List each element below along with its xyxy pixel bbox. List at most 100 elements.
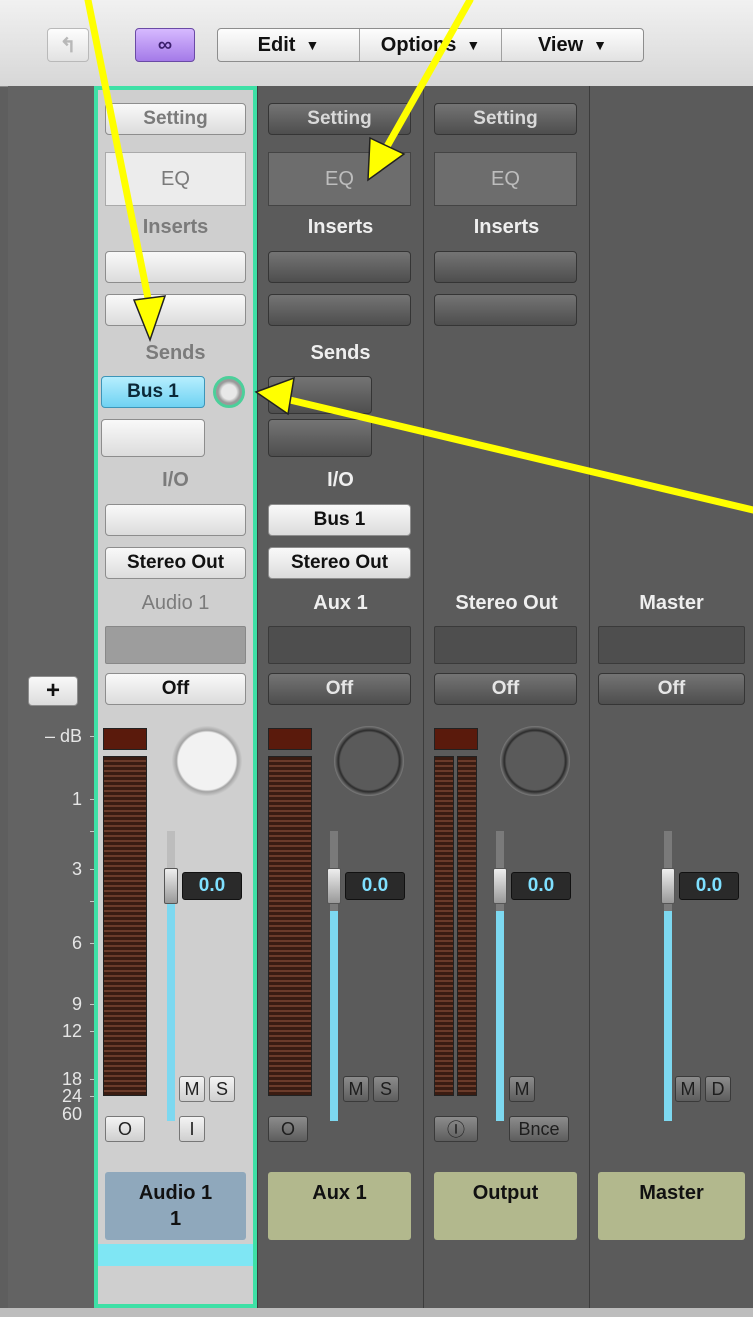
volume-readout: 0.0: [511, 872, 571, 900]
eq-display[interactable]: EQ: [434, 152, 577, 206]
insert-slot[interactable]: [268, 251, 411, 283]
track-name-box[interactable]: Audio 1 1: [105, 1172, 246, 1240]
link-button[interactable]: ∞: [135, 28, 195, 62]
group-slot[interactable]: [105, 626, 246, 664]
sends-label: Sends: [310, 342, 371, 364]
insert-slot[interactable]: [434, 294, 577, 326]
level-ruler: + – dB 1 3 6 9 12 18 24 60: [8, 86, 100, 1308]
menu-options[interactable]: Options ▼: [360, 29, 502, 61]
io-label: I/O: [327, 469, 354, 491]
channel-name: Stereo Out: [455, 592, 558, 614]
insert-slot[interactable]: [434, 251, 577, 283]
bounce-button[interactable]: Bnce: [509, 1116, 569, 1142]
dim-button[interactable]: D: [705, 1076, 731, 1102]
level-meter: [268, 756, 312, 1096]
track-number: 1: [169, 1208, 182, 1230]
insert-slot[interactable]: [105, 251, 246, 283]
channel-strip-aux-1[interactable]: Setting EQ Inserts Sends I/O Bus 1 Stere…: [258, 86, 424, 1308]
volume-fader-handle[interactable]: [493, 868, 507, 904]
channel-name: Aux 1: [313, 592, 368, 614]
eq-display[interactable]: EQ: [105, 152, 246, 206]
group-slot[interactable]: [268, 626, 411, 664]
insert-slot[interactable]: [268, 294, 411, 326]
automation-mode[interactable]: Off: [105, 673, 246, 705]
pan-knob[interactable]: [172, 726, 242, 796]
group-slot[interactable]: [434, 626, 577, 664]
channel-color-bar: [94, 1244, 257, 1266]
volume-fader-handle[interactable]: [164, 868, 178, 904]
send-slot-bus-1[interactable]: Bus 1: [101, 376, 205, 408]
insert-slot[interactable]: [105, 294, 246, 326]
automation-mode[interactable]: Off: [434, 673, 577, 705]
back-arrow-icon: ↰: [59, 34, 77, 57]
track-name: Output: [472, 1182, 539, 1204]
eq-display[interactable]: EQ: [268, 152, 411, 206]
link-icon: ∞: [157, 33, 173, 56]
track-name-box[interactable]: Master: [598, 1172, 745, 1240]
setting-button[interactable]: Setting: [268, 103, 411, 135]
clip-indicator: [434, 728, 478, 750]
inserts-label: Inserts: [142, 216, 209, 238]
bottom-scrollbar[interactable]: [0, 1308, 753, 1317]
send-level-knob[interactable]: [213, 376, 245, 408]
inserts-label: Inserts: [307, 216, 374, 238]
level-meter-left: [434, 756, 454, 1096]
back-button[interactable]: ↰: [47, 28, 89, 62]
mute-button[interactable]: M: [509, 1076, 535, 1102]
input-slot[interactable]: Bus 1: [268, 504, 411, 536]
volume-fader-handle[interactable]: [661, 868, 675, 904]
send-slot[interactable]: [101, 419, 205, 457]
input-monitor-button[interactable]: I: [179, 1116, 205, 1142]
level-meter: [103, 756, 147, 1096]
io-label: I/O: [162, 469, 189, 491]
volume-readout: 0.0: [182, 872, 242, 900]
track-name-box[interactable]: Aux 1: [268, 1172, 411, 1240]
track-name: Master: [639, 1182, 704, 1204]
ruler-label: 1: [71, 789, 82, 809]
add-channel-button[interactable]: +: [28, 676, 78, 706]
stereo-link-button[interactable]: Ⓘ: [434, 1116, 478, 1142]
caret-down-icon: ▼: [466, 37, 481, 53]
record-button[interactable]: O: [268, 1116, 308, 1142]
mute-button[interactable]: M: [179, 1076, 205, 1102]
ruler-label: 60: [61, 1104, 82, 1124]
caret-down-icon: ▼: [593, 37, 608, 53]
clip-indicator: [268, 728, 312, 750]
ruler-label: 3: [71, 859, 82, 879]
solo-button[interactable]: S: [373, 1076, 399, 1102]
send-slot[interactable]: [268, 376, 372, 414]
channel-strip-master[interactable]: Master Off 0.0 M D Master: [590, 86, 753, 1308]
setting-button[interactable]: Setting: [105, 103, 246, 135]
group-slot[interactable]: [598, 626, 745, 664]
track-name: Aux 1: [312, 1182, 367, 1204]
output-slot[interactable]: Stereo Out: [105, 547, 246, 579]
channel-strip-audio-1[interactable]: Setting EQ Inserts Sends Bus 1 I/O Stere…: [94, 86, 258, 1308]
channel-strip-stereo-out[interactable]: Setting EQ Inserts Stereo Out Off 0.0 M …: [424, 86, 590, 1308]
mute-button[interactable]: M: [343, 1076, 369, 1102]
volume-readout: 0.0: [345, 872, 405, 900]
menu-edit[interactable]: Edit ▼: [218, 29, 360, 61]
mute-button[interactable]: M: [675, 1076, 701, 1102]
track-name-box[interactable]: Output: [434, 1172, 577, 1240]
pan-knob[interactable]: [334, 726, 404, 796]
automation-mode[interactable]: Off: [598, 673, 745, 705]
automation-mode[interactable]: Off: [268, 673, 411, 705]
output-slot[interactable]: Stereo Out: [268, 547, 411, 579]
channel-name: Audio 1: [141, 592, 210, 614]
solo-button[interactable]: S: [209, 1076, 235, 1102]
caret-down-icon: ▼: [305, 37, 320, 53]
pan-knob[interactable]: [500, 726, 570, 796]
menu-view[interactable]: View ▼: [502, 29, 643, 61]
send-slot[interactable]: [268, 419, 372, 457]
menu-bar: Edit ▼ Options ▼ View ▼: [217, 28, 644, 62]
clip-indicator: [103, 728, 147, 750]
level-meter-right: [457, 756, 477, 1096]
setting-button[interactable]: Setting: [434, 103, 577, 135]
volume-readout: 0.0: [679, 872, 739, 900]
inserts-label: Inserts: [473, 216, 540, 238]
ruler-label: 6: [71, 933, 82, 953]
record-button[interactable]: O: [105, 1116, 145, 1142]
ruler-label: 9: [71, 994, 82, 1014]
volume-fader-handle[interactable]: [327, 868, 341, 904]
input-slot[interactable]: [105, 504, 246, 536]
